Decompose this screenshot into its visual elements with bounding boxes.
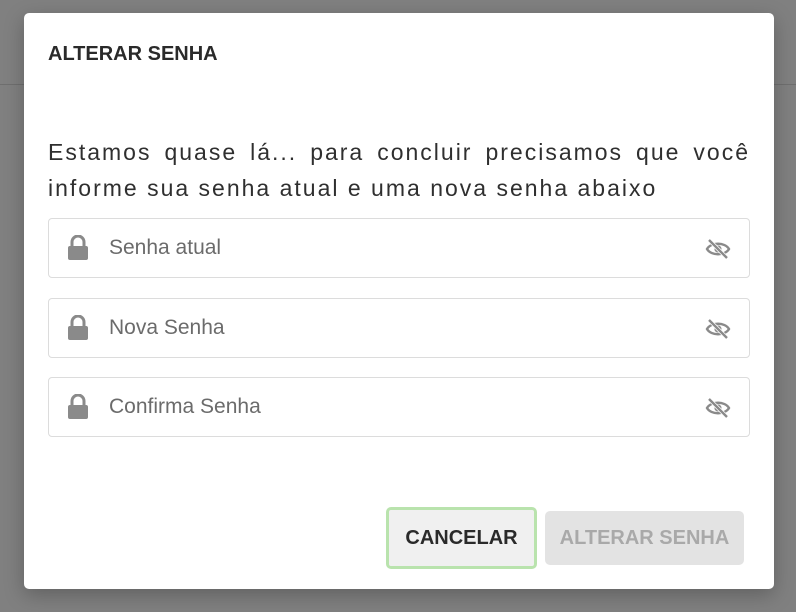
- dialog-message: Estamos quase lá... para concluir precis…: [48, 139, 750, 201]
- confirm-password-field[interactable]: [48, 377, 750, 437]
- eye-slash-icon[interactable]: [705, 317, 731, 341]
- lock-icon: [68, 394, 88, 419]
- lock-icon: [68, 235, 88, 260]
- change-password-button[interactable]: ALTERAR SENHA: [545, 511, 744, 565]
- dialog-title: ALTERAR SENHA: [48, 43, 218, 65]
- new-password-field[interactable]: [48, 298, 750, 358]
- change-password-dialog: ALTERAR SENHA Estamos quase lá... para c…: [24, 13, 774, 589]
- current-password-input[interactable]: [109, 231, 689, 265]
- eye-slash-icon[interactable]: [705, 237, 731, 261]
- eye-slash-icon[interactable]: [705, 396, 731, 420]
- confirm-password-input[interactable]: [109, 390, 689, 424]
- cancel-button[interactable]: CANCELAR: [386, 507, 537, 569]
- new-password-input[interactable]: [109, 311, 689, 345]
- current-password-field[interactable]: [48, 218, 750, 278]
- lock-icon: [68, 315, 88, 340]
